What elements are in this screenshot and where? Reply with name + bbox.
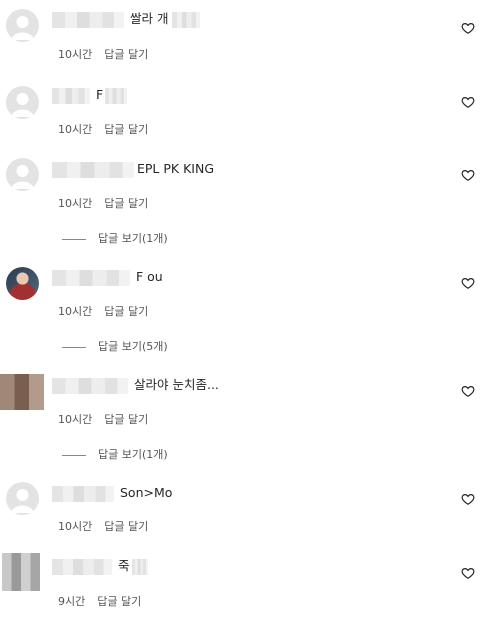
comment-text-line: F	[52, 86, 133, 104]
comment-text-line: 살라야 눈치좀...	[52, 376, 219, 394]
view-replies-label: 답글 보기(1개)	[98, 232, 168, 245]
view-replies-button[interactable]: 답글 보기(1개)	[62, 230, 168, 246]
comment-text: 살라야 눈치좀...	[134, 377, 219, 392]
view-replies-button[interactable]: 답글 보기(1개)	[62, 446, 168, 462]
avatar[interactable]	[0, 374, 44, 410]
avatar[interactable]	[6, 482, 39, 515]
blurred-text	[105, 87, 128, 104]
blurred-username[interactable]	[52, 558, 112, 575]
comment-meta: 10시간 답글 달기	[58, 411, 160, 427]
comment-meta: 10시간 답글 달기	[58, 195, 160, 211]
divider-line	[62, 238, 86, 240]
comment-meta: 10시간 답글 달기	[58, 518, 160, 534]
like-heart-icon[interactable]	[461, 276, 475, 290]
avatar[interactable]	[6, 267, 39, 300]
blurred-username[interactable]	[52, 485, 114, 502]
comment-text-line: 쌀라 개	[52, 10, 206, 28]
avatar[interactable]	[6, 9, 39, 42]
comment-text-line: EPL PK KING	[52, 160, 214, 178]
comment-meta: 9시간 답글 달기	[58, 593, 153, 609]
like-heart-icon[interactable]	[461, 21, 475, 35]
avatar[interactable]	[6, 86, 39, 119]
comment-time: 10시간	[58, 413, 93, 426]
comment-meta: 10시간 답글 달기	[58, 46, 160, 62]
like-heart-icon[interactable]	[461, 566, 475, 580]
blurred-username[interactable]	[52, 377, 128, 394]
comment-meta: 10시간 답글 달기	[58, 121, 160, 137]
divider-line	[62, 454, 86, 456]
comment-text: 쌀라 개	[130, 11, 169, 26]
like-heart-icon[interactable]	[461, 384, 475, 398]
blurred-text	[172, 11, 201, 28]
reply-button[interactable]: 답글 달기	[104, 305, 148, 318]
like-heart-icon[interactable]	[461, 168, 475, 182]
comment-time: 9시간	[58, 595, 86, 608]
divider-line	[62, 346, 86, 348]
comment-text: 죽	[118, 558, 130, 573]
blurred-username[interactable]	[52, 269, 130, 286]
blurred-text	[131, 558, 148, 575]
view-replies-button[interactable]: 답글 보기(5개)	[62, 338, 168, 354]
reply-button[interactable]: 답글 달기	[104, 197, 148, 210]
like-heart-icon[interactable]	[461, 95, 475, 109]
comment-time: 10시간	[58, 520, 93, 533]
avatar[interactable]	[2, 553, 40, 591]
reply-button[interactable]: 답글 달기	[104, 48, 148, 61]
blurred-username[interactable]	[52, 11, 124, 28]
comment-meta: 10시간 답글 달기	[58, 303, 160, 319]
like-heart-icon[interactable]	[461, 492, 475, 506]
comment-time: 10시간	[58, 123, 93, 136]
avatar[interactable]	[6, 158, 39, 191]
comment-time: 10시간	[58, 197, 93, 210]
comment-text-line: 죽	[52, 557, 154, 575]
comment-text: F	[96, 87, 104, 102]
reply-button[interactable]: 답글 달기	[104, 413, 148, 426]
blurred-username[interactable]	[52, 161, 134, 178]
view-replies-label: 답글 보기(1개)	[98, 448, 168, 461]
view-replies-label: 답글 보기(5개)	[98, 340, 168, 353]
comment-time: 10시간	[58, 48, 93, 61]
comment-text-line: Son>Mo	[52, 484, 172, 502]
comment-text: F ou	[136, 269, 163, 284]
comment-time: 10시간	[58, 305, 93, 318]
comment-text: Son>Mo	[120, 485, 173, 500]
comment-text: EPL PK KING	[137, 161, 215, 176]
reply-button[interactable]: 답글 달기	[104, 123, 148, 136]
comment-text-line: F ou	[52, 268, 163, 286]
reply-button[interactable]: 답글 달기	[104, 520, 148, 533]
blurred-username[interactable]	[52, 87, 90, 104]
reply-button[interactable]: 답글 달기	[97, 595, 141, 608]
